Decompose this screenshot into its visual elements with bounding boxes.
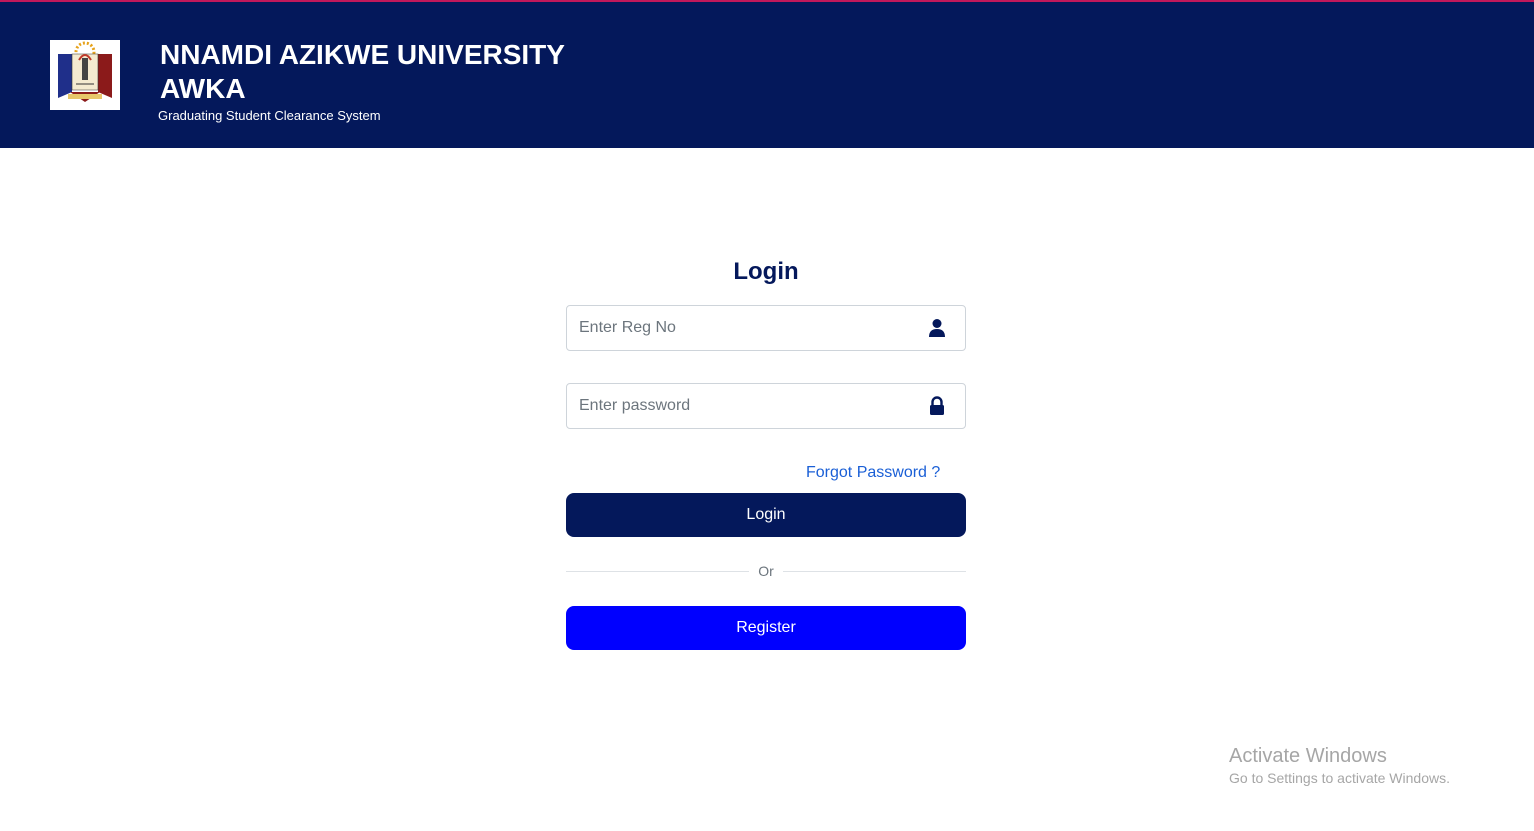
- login-button[interactable]: Login: [566, 493, 966, 537]
- divider-line-right: [783, 571, 966, 572]
- or-divider-label: Or: [758, 563, 774, 579]
- university-logo: [50, 40, 120, 110]
- university-name: NNAMDI AZIKWE UNIVERSITY AWKA: [160, 38, 580, 106]
- site-header: NNAMDI AZIKWE UNIVERSITY AWKA Graduating…: [0, 2, 1534, 148]
- activate-windows-subtitle: Go to Settings to activate Windows.: [1229, 770, 1450, 786]
- password-input[interactable]: [567, 384, 919, 428]
- login-title: Login: [733, 258, 799, 285]
- forgot-password-link[interactable]: Forgot Password ?: [806, 464, 940, 482]
- divider-line-left: [566, 571, 749, 572]
- system-subtitle: Graduating Student Clearance System: [158, 108, 381, 123]
- password-field: [566, 383, 966, 429]
- lock-icon: [927, 396, 947, 416]
- reg-no-input[interactable]: [567, 306, 919, 350]
- university-name-line2: AWKA: [160, 73, 246, 104]
- register-button[interactable]: Register: [566, 606, 966, 650]
- university-name-line1: NNAMDI AZIKWE UNIVERSITY: [160, 39, 565, 70]
- activate-windows-title: Activate Windows: [1229, 745, 1387, 767]
- university-crest-icon: [58, 41, 112, 102]
- user-icon: [927, 318, 947, 338]
- reg-no-field: [566, 305, 966, 351]
